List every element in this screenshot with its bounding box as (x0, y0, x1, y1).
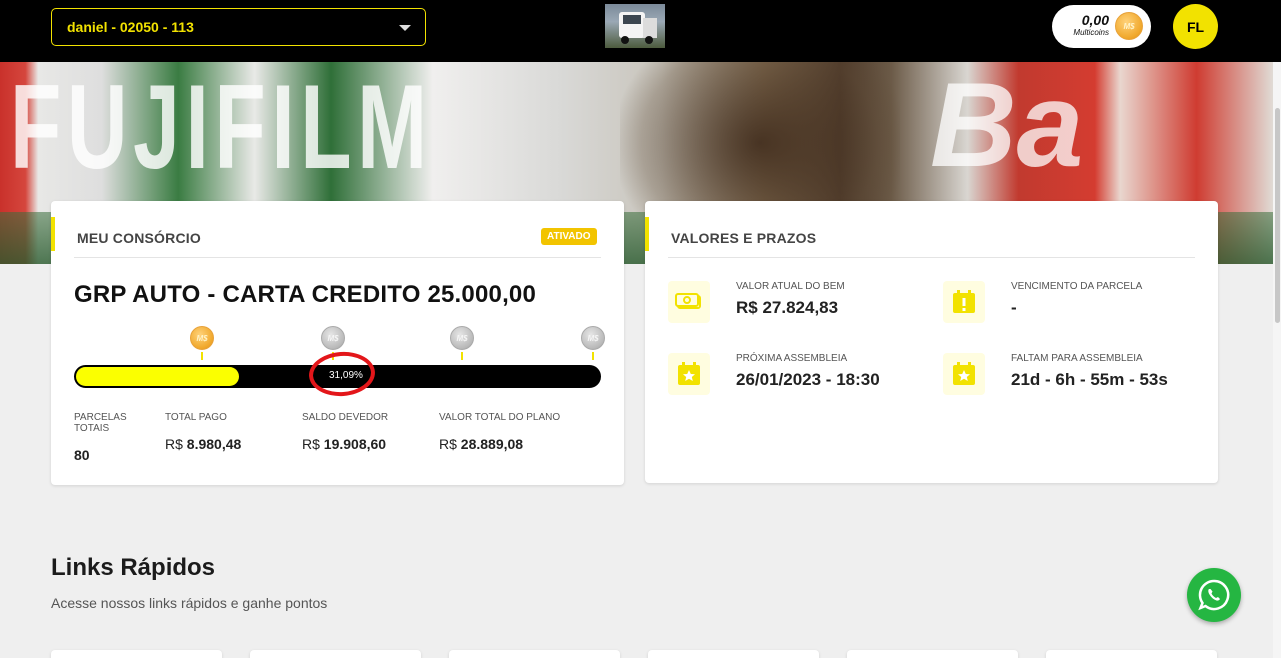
stat-value: 19.908,60 (323, 436, 387, 452)
stat-valor-plano: VALOR TOTAL DO PLANO R$ 28.889,08 (439, 412, 561, 452)
section-title: MEU CONSÓRCIO (77, 230, 201, 246)
multicoins-label: Multicoins (1073, 28, 1109, 37)
coin-icon: M$ (450, 326, 474, 350)
stat-label: SALDO DEVEDOR (302, 412, 389, 423)
group-select-value: daniel - 02050 - 113 (67, 19, 194, 35)
whatsapp-button[interactable] (1187, 568, 1241, 622)
quick-link-card[interactable] (250, 650, 421, 658)
section-title: VALORES E PRAZOS (671, 230, 817, 246)
multicoins-balance[interactable]: 0,00 Multicoins M$ (1052, 5, 1151, 48)
stat-total-pago: TOTAL PAGO R$ 8.980,48 (165, 412, 242, 452)
quick-link-card[interactable] (648, 650, 819, 658)
item-label: FALTAM PARA ASSEMBLEIA (1011, 353, 1143, 364)
coin-icon: M$ (1115, 12, 1143, 40)
quick-link-card[interactable] (847, 650, 1018, 658)
item-value: 26/01/2023 - 18:30 (736, 370, 880, 389)
chevron-down-icon (399, 25, 411, 31)
milestone-4: M$ (581, 326, 605, 360)
stat-value: 80 (74, 447, 90, 463)
quick-link-card[interactable] (1046, 650, 1217, 658)
item-label: VALOR ATUAL DO BEM (736, 281, 845, 292)
progress-fill (76, 367, 239, 386)
stat-label: VALOR TOTAL DO PLANO (439, 412, 561, 423)
whatsapp-icon (1198, 579, 1230, 611)
quick-link-card[interactable] (51, 650, 222, 658)
valores-prazos-card: VALORES E PRAZOS VALOR ATUAL DO BEM R$ 2… (645, 201, 1218, 483)
coin-icon: M$ (321, 326, 345, 350)
milestone-3: M$ (450, 326, 474, 360)
item-label: VENCIMENTO DA PARCELA (1011, 281, 1143, 292)
milestone-1: M$ (190, 326, 214, 360)
meu-consorcio-card: MEU CONSÓRCIO ATIVADO GRP AUTO - CARTA C… (51, 201, 624, 485)
coin-icon: M$ (190, 326, 214, 350)
item-label: PRÓXIMA ASSEMBLEIA (736, 353, 848, 364)
stat-parcelas: PARCELAS TOTAIS 80 (74, 412, 144, 463)
milestone-2: M$ (321, 326, 345, 360)
multicoins-value: 0,00 (1081, 12, 1109, 28)
calendar-alert-icon (943, 281, 985, 323)
stat-value: 8.980,48 (186, 436, 242, 452)
item-value: - (1011, 298, 1017, 317)
group-select[interactable]: daniel - 02050 - 113 (51, 8, 426, 46)
plan-title: GRP AUTO - CARTA CREDITO 25.000,00 (74, 281, 537, 308)
quick-link-card[interactable] (449, 650, 620, 658)
links-title: Links Rápidos (51, 554, 216, 581)
links-subtitle: Acesse nossos links rápidos e ganhe pont… (51, 595, 328, 611)
money-bill-icon (668, 281, 710, 323)
stat-label: TOTAL PAGO (165, 412, 227, 423)
status-badge: ATIVADO (541, 228, 597, 245)
stat-saldo-devedor: SALDO DEVEDOR R$ 19.908,60 (302, 412, 389, 452)
item-value: 21d - 6h - 55m - 53s (1011, 370, 1168, 389)
item-value: R$ 27.824,83 (736, 298, 839, 317)
annotation-circle (307, 349, 377, 399)
avatar[interactable]: FL (1173, 4, 1218, 49)
vehicle-thumbnail (605, 4, 665, 48)
scrollbar-thumb[interactable] (1275, 108, 1280, 323)
top-bar: daniel - 02050 - 113 0,00 Multicoins M$ … (0, 0, 1281, 62)
coin-icon: M$ (581, 326, 605, 350)
calendar-star-icon (943, 353, 985, 395)
calendar-star-icon (668, 353, 710, 395)
stat-value: 28.889,08 (460, 436, 524, 452)
stat-label: PARCELAS TOTAIS (74, 412, 127, 434)
